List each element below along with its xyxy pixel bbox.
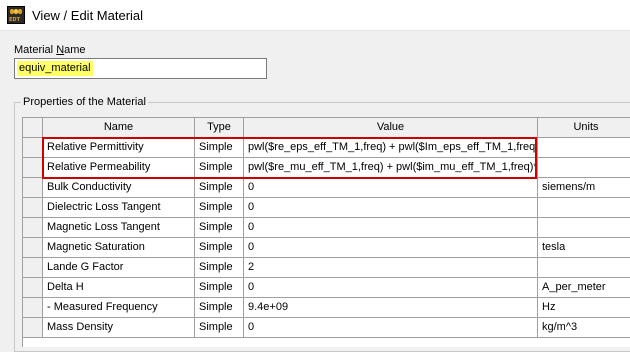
property-name-cell[interactable]: Mass Density: [43, 318, 195, 338]
properties-group-label: Properties of the Material: [21, 96, 148, 109]
window-title: View / Edit Material: [32, 8, 144, 23]
row-header[interactable]: [23, 318, 43, 338]
property-units-cell[interactable]: [538, 198, 630, 218]
type-column-header[interactable]: Type: [195, 118, 244, 138]
property-name-cell[interactable]: Relative Permittivity: [43, 138, 195, 158]
property-value-cell[interactable]: 0: [244, 178, 538, 198]
property-name-cell[interactable]: Magnetic Saturation: [43, 238, 195, 258]
property-value-cell[interactable]: 2: [244, 258, 538, 278]
property-type-cell[interactable]: Simple: [195, 218, 244, 238]
property-name-cell[interactable]: Dielectric Loss Tangent: [43, 198, 195, 218]
row-header[interactable]: [23, 298, 43, 318]
properties-grid[interactable]: Name Type Value Units Relative Permittiv…: [22, 117, 630, 347]
property-name-cell[interactable]: - Measured Frequency: [43, 298, 195, 318]
property-type-cell[interactable]: Simple: [195, 298, 244, 318]
property-type-cell[interactable]: Simple: [195, 178, 244, 198]
property-name-cell[interactable]: Bulk Conductivity: [43, 178, 195, 198]
property-type-cell[interactable]: Simple: [195, 138, 244, 158]
property-value-cell[interactable]: 0: [244, 238, 538, 258]
property-value-cell[interactable]: 0: [244, 278, 538, 298]
property-name-cell[interactable]: Delta H: [43, 278, 195, 298]
property-type-cell[interactable]: Simple: [195, 278, 244, 298]
material-name-label: Material Name: [14, 44, 86, 56]
material-name-value: equiv_material: [17, 61, 93, 76]
corner-header: [23, 118, 43, 138]
property-type-cell[interactable]: Simple: [195, 158, 244, 178]
name-column-header[interactable]: Name: [43, 118, 195, 138]
row-header[interactable]: [23, 258, 43, 278]
row-header[interactable]: [23, 198, 43, 218]
property-units-cell[interactable]: siemens/m: [538, 178, 630, 198]
property-value-cell[interactable]: 0: [244, 218, 538, 238]
property-value-cell[interactable]: pwl($re_mu_eff_TM_1,freq) + pwl($im_mu_e…: [244, 158, 538, 178]
property-value-cell[interactable]: 9.4e+09: [244, 298, 538, 318]
row-header[interactable]: [23, 158, 43, 178]
value-column-header[interactable]: Value: [244, 118, 538, 138]
property-name-cell[interactable]: Relative Permeability: [43, 158, 195, 178]
units-column-header[interactable]: Units: [538, 118, 630, 138]
property-type-cell[interactable]: Simple: [195, 198, 244, 218]
property-units-cell[interactable]: A_per_meter: [538, 278, 630, 298]
property-type-cell[interactable]: Simple: [195, 238, 244, 258]
app-logo-icon: EDT: [7, 6, 25, 24]
row-header[interactable]: [23, 218, 43, 238]
property-name-cell[interactable]: Magnetic Loss Tangent: [43, 218, 195, 238]
property-units-cell[interactable]: [538, 218, 630, 238]
property-value-cell[interactable]: 0: [244, 198, 538, 218]
property-value-cell[interactable]: pwl($re_eps_eff_TM_1,freq) + pwl($Im_eps…: [244, 138, 538, 158]
property-units-cell[interactable]: Hz: [538, 298, 630, 318]
property-units-cell[interactable]: [538, 158, 630, 178]
property-type-cell[interactable]: Simple: [195, 318, 244, 338]
material-name-input[interactable]: equiv_material: [14, 58, 267, 79]
property-value-cell[interactable]: 0: [244, 318, 538, 338]
property-units-cell[interactable]: tesla: [538, 238, 630, 258]
row-header[interactable]: [23, 278, 43, 298]
row-header[interactable]: [23, 238, 43, 258]
property-name-cell[interactable]: Lande G Factor: [43, 258, 195, 278]
property-type-cell[interactable]: Simple: [195, 258, 244, 278]
property-units-cell[interactable]: kg/m^3: [538, 318, 630, 338]
row-header[interactable]: [23, 138, 43, 158]
row-header[interactable]: [23, 178, 43, 198]
app-logo-caption: EDT: [9, 17, 20, 23]
title-bar: EDT View / Edit Material: [0, 0, 630, 31]
property-units-cell[interactable]: [538, 138, 630, 158]
property-units-cell[interactable]: [538, 258, 630, 278]
